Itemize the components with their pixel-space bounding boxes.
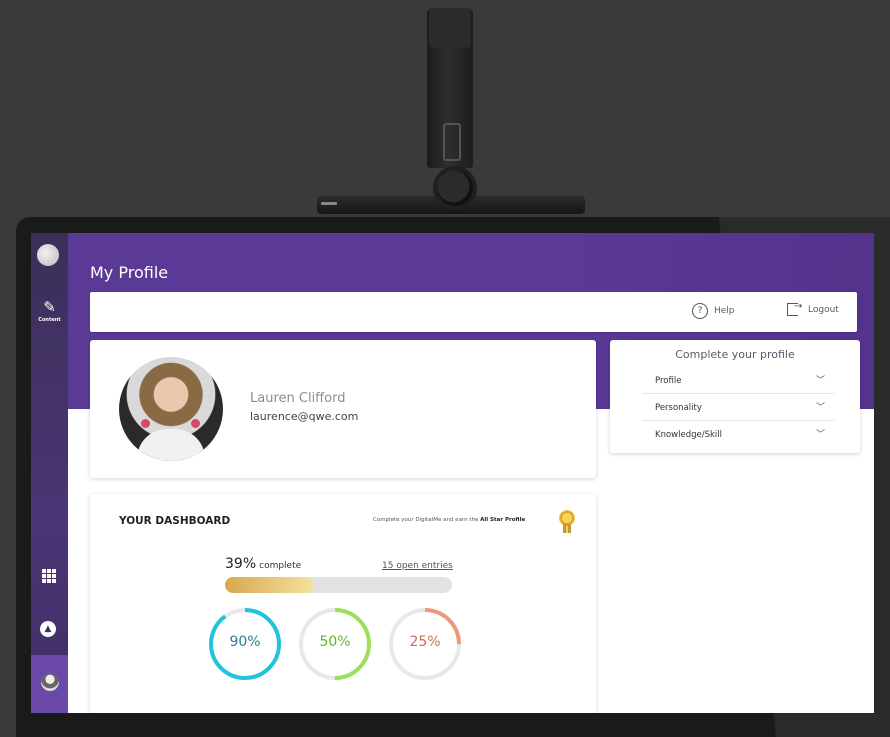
sidebar-item-content[interactable]: ✎ Content: [31, 299, 68, 323]
sidebar-user[interactable]: [31, 655, 68, 713]
ring-value: 25%: [409, 634, 441, 650]
profile-card: Lauren Clifford laurence@qwe.com: [90, 340, 596, 478]
screen: ✎ Content ▲ My Profile ? Help Logout Lau…: [31, 233, 874, 713]
completion-word: complete: [259, 561, 302, 571]
completion-percent: 39% complete: [225, 556, 301, 572]
complete-profile-title: Complete your profile: [675, 348, 795, 361]
profile-photo[interactable]: [119, 357, 223, 461]
open-entries-link[interactable]: 15 open entries: [382, 561, 453, 571]
complete-profile-card: Complete your profile Profile ﹀ Personal…: [610, 340, 860, 453]
promo-text: Complete your DigitalMe and earn the All…: [373, 517, 525, 523]
pencil-icon: ✎: [43, 298, 56, 316]
dashboard-title: YOUR DASHBOARD: [119, 515, 231, 527]
progress-fill: [225, 577, 314, 593]
medal-icon: [559, 510, 575, 533]
user-name: Lauren Clifford: [250, 391, 346, 406]
accordion-knowledge-skill[interactable]: Knowledge/Skill ﹀: [642, 422, 835, 448]
help-label: Help: [714, 306, 735, 316]
accordion-personality[interactable]: Personality ﹀: [642, 395, 835, 421]
sidebar: ✎ Content ▲: [31, 233, 68, 713]
progress-bar: [225, 577, 452, 593]
sidebar-item-label: Content: [38, 317, 61, 323]
grid-icon[interactable]: [42, 569, 56, 583]
chevron-down-icon: ﹀: [815, 376, 825, 386]
accordion-label: Knowledge/Skill: [655, 430, 722, 440]
logout-icon: [787, 301, 802, 316]
logout-button[interactable]: Logout: [787, 301, 839, 316]
progress-ring-2: 50%: [297, 606, 373, 682]
help-button[interactable]: ? Help: [692, 303, 735, 319]
help-icon: ?: [692, 303, 708, 319]
promo-text-bold: All Star Profile: [480, 517, 526, 523]
progress-ring-3: 25%: [387, 606, 463, 682]
app-logo[interactable]: [37, 244, 59, 266]
page-title: My Profile: [90, 263, 169, 282]
ring-value: 50%: [319, 634, 351, 650]
webcam-slot: [443, 123, 461, 161]
accordion-label: Personality: [655, 403, 702, 413]
webcam-lens: [433, 166, 477, 210]
progress-ring-1: 90%: [207, 606, 283, 682]
dashboard-card: YOUR DASHBOARD Complete your DigitalMe a…: [90, 494, 596, 713]
webcam-logo: [321, 202, 337, 205]
chevron-down-icon: ﹀: [815, 430, 825, 440]
topbar: ? Help Logout: [90, 292, 857, 332]
completion-percent-value: 39%: [225, 556, 257, 572]
user-email: laurence@qwe.com: [250, 410, 359, 423]
webcam-cap: [429, 8, 471, 48]
chevron-down-icon: ﹀: [815, 403, 825, 413]
bell-icon[interactable]: ▲: [40, 621, 56, 637]
accordion-profile[interactable]: Profile ﹀: [642, 368, 835, 394]
ring-value: 90%: [229, 634, 261, 650]
webcam-stem: [427, 8, 473, 168]
promo-text-main: Complete your DigitalMe and earn the: [373, 517, 479, 523]
avatar: [41, 673, 59, 691]
accordion-label: Profile: [655, 376, 682, 386]
logout-label: Logout: [808, 304, 839, 315]
